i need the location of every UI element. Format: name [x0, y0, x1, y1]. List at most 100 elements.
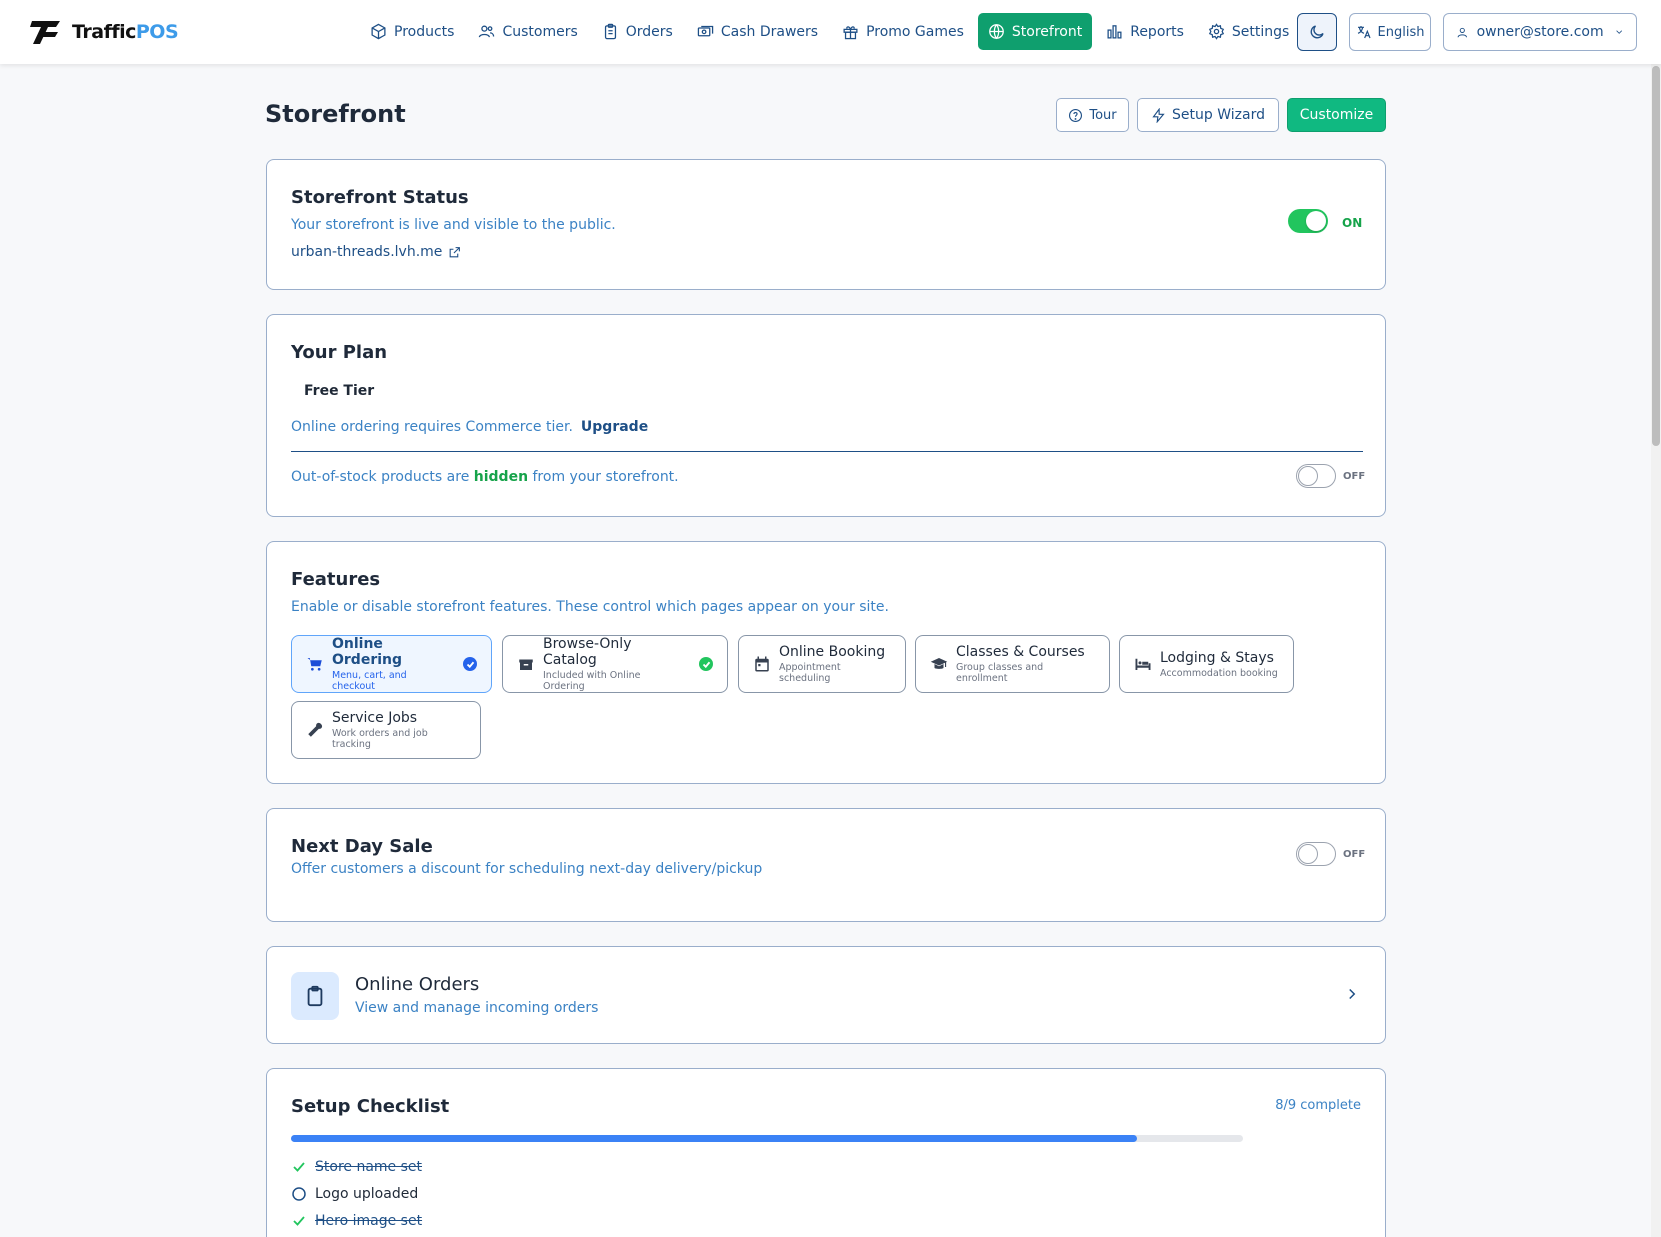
feature-name: Lodging & Stays: [1160, 649, 1274, 666]
feature-online-ordering[interactable]: Online Ordering Menu, cart, and checkout: [291, 635, 492, 693]
gear-icon: [1208, 23, 1225, 40]
calendar-icon: [755, 656, 769, 672]
box-icon: [371, 23, 386, 40]
checklist-progress-fill: [291, 1135, 1138, 1142]
feature-browse-only-catalog[interactable]: Browse-Only Catalog Included with Online…: [502, 635, 728, 693]
next-day-subtitle: Offer customers a discount for schedulin…: [291, 861, 763, 877]
out-of-stock-toggle[interactable]: [1296, 464, 1336, 488]
checklist-progress-text: 8/9 complete: [1275, 1098, 1361, 1113]
language-button[interactable]: English: [1349, 13, 1431, 51]
nav-settings[interactable]: Settings: [1198, 13, 1299, 50]
chevron-right-icon: [1349, 988, 1356, 1000]
feature-service-jobs[interactable]: Service Jobs Work orders and job trackin…: [291, 701, 481, 759]
plan-notice: Online ordering requires Commerce tier.: [291, 419, 573, 435]
nav-label: Reports: [1130, 23, 1184, 40]
graduation-cap-icon: [930, 658, 948, 669]
upgrade-link[interactable]: Upgrade: [581, 419, 648, 435]
online-orders-subtitle: View and manage incoming orders: [355, 1000, 599, 1016]
check-badge-icon: [463, 657, 477, 671]
checklist-item: Hero image set: [291, 1213, 422, 1229]
feature-desc: Accommodation booking: [1160, 667, 1278, 679]
plan-divider: [291, 451, 1363, 452]
feature-desc: Menu, cart, and checkout: [332, 670, 407, 692]
gift-icon: [843, 26, 858, 40]
clipboard-icon: [604, 23, 616, 40]
out-of-stock-text: Out-of-stock products are hidden from yo…: [291, 469, 679, 485]
feature-name: Classes & Courses: [956, 644, 1085, 660]
features-subtitle: Enable or disable storefront features. T…: [291, 599, 889, 615]
page-scrollbar[interactable]: [1651, 64, 1661, 1237]
page-title: Storefront: [265, 100, 406, 128]
next-day-toggle-label: OFF: [1343, 849, 1366, 860]
feature-classes-courses[interactable]: Classes & Courses Group classes and enro…: [915, 635, 1110, 693]
plan-notice-row: Online ordering requires Commerce tier. …: [291, 419, 648, 435]
tour-label: Tour: [1089, 107, 1117, 123]
storefront-url: urban-threads.lvh.me: [291, 244, 443, 260]
external-link-icon: [450, 246, 461, 257]
nav-reports[interactable]: Reports: [1096, 13, 1194, 50]
empty-circle-icon: [292, 1187, 306, 1201]
wrench-icon: [308, 722, 323, 737]
globe-icon: [989, 24, 1004, 40]
next-day-sale-toggle[interactable]: [1296, 842, 1336, 866]
features-card: Features Enable or disable storefront fe…: [266, 541, 1386, 784]
plan-title: Your Plan: [291, 342, 388, 363]
nav-label: Products: [394, 23, 455, 40]
nav-cash-drawers[interactable]: Cash Drawers: [687, 13, 828, 50]
check-badge-icon: [699, 657, 713, 671]
feature-lodging-stays[interactable]: Lodging & Stays Accommodation booking: [1119, 635, 1294, 693]
customize-button[interactable]: Customize: [1287, 98, 1386, 132]
checklist-item: Logo uploaded: [291, 1186, 418, 1202]
storefront-status-toggle[interactable]: [1288, 209, 1328, 233]
scrollbar-thumb[interactable]: [1652, 66, 1660, 446]
next-day-title: Next Day Sale: [291, 836, 433, 857]
main-nav: Products Customers Orders Cash Drawers P…: [360, 13, 1303, 50]
nav-products[interactable]: Products: [360, 13, 464, 50]
online-orders-title: Online Orders: [355, 974, 480, 995]
help-circle-icon: [1069, 108, 1083, 122]
feature-name: Service Jobs: [332, 710, 418, 726]
logo-text: TrafficPOS: [72, 21, 179, 43]
box-icon: [519, 659, 533, 670]
nav-orders[interactable]: Orders: [592, 13, 683, 50]
check-icon: [293, 1216, 305, 1226]
storefront-url-link[interactable]: urban-threads.lvh.me: [291, 244, 461, 260]
chevron-down-icon: [1615, 30, 1622, 34]
nav-customers[interactable]: Customers: [468, 13, 587, 50]
feature-name: Online Booking: [779, 644, 886, 660]
setup-checklist-card: Setup Checklist 8/9 complete Store name …: [266, 1068, 1386, 1237]
setup-wizard-button[interactable]: Setup Wizard: [1137, 98, 1279, 132]
cart-icon: [307, 658, 322, 671]
checklist-progress-bar: [291, 1135, 1243, 1142]
user-menu-button[interactable]: owner@store.com: [1443, 13, 1637, 51]
out-of-stock-state: hidden: [473, 469, 529, 485]
checklist-item: Store name set: [291, 1159, 422, 1175]
next-day-sale-card: Next Day Sale Offer customers a discount…: [266, 808, 1386, 922]
nav-label: Orders: [625, 23, 673, 40]
nav-label: Storefront: [1011, 23, 1083, 40]
status-subtitle: Your storefront is live and visible to t…: [291, 217, 616, 233]
customize-label: Customize: [1299, 107, 1374, 123]
storefront-status-card: Storefront Status Your storefront is liv…: [266, 159, 1386, 290]
setup-wizard-label: Setup Wizard: [1172, 107, 1265, 123]
feature-desc: Appointment scheduling: [779, 662, 841, 684]
orders-icon-tile: [291, 972, 339, 1020]
status-toggle-label: ON: [1342, 216, 1363, 230]
nav-promo-games[interactable]: Promo Games: [832, 13, 974, 50]
feature-name: Browse-Only Catalog: [543, 636, 632, 668]
theme-toggle-button[interactable]: [1297, 13, 1337, 51]
nav-storefront[interactable]: Storefront: [977, 13, 1093, 50]
users-icon: [479, 25, 495, 38]
user-icon: [1457, 27, 1467, 37]
logo-mark-icon: [30, 21, 60, 44]
cash-icon: [697, 25, 714, 37]
bed-icon: [1135, 658, 1151, 670]
feature-online-booking[interactable]: Online Booking Appointment scheduling: [738, 635, 906, 693]
translate-icon: [1357, 26, 1371, 39]
tour-button[interactable]: Tour: [1056, 98, 1129, 132]
feature-desc: Included with Online Ordering: [543, 670, 641, 692]
trafficpos-logo[interactable]: TrafficPOS: [30, 18, 179, 46]
status-title: Storefront Status: [291, 187, 469, 208]
features-title: Features: [291, 569, 381, 590]
online-orders-card[interactable]: Online Orders View and manage incoming o…: [266, 946, 1386, 1044]
